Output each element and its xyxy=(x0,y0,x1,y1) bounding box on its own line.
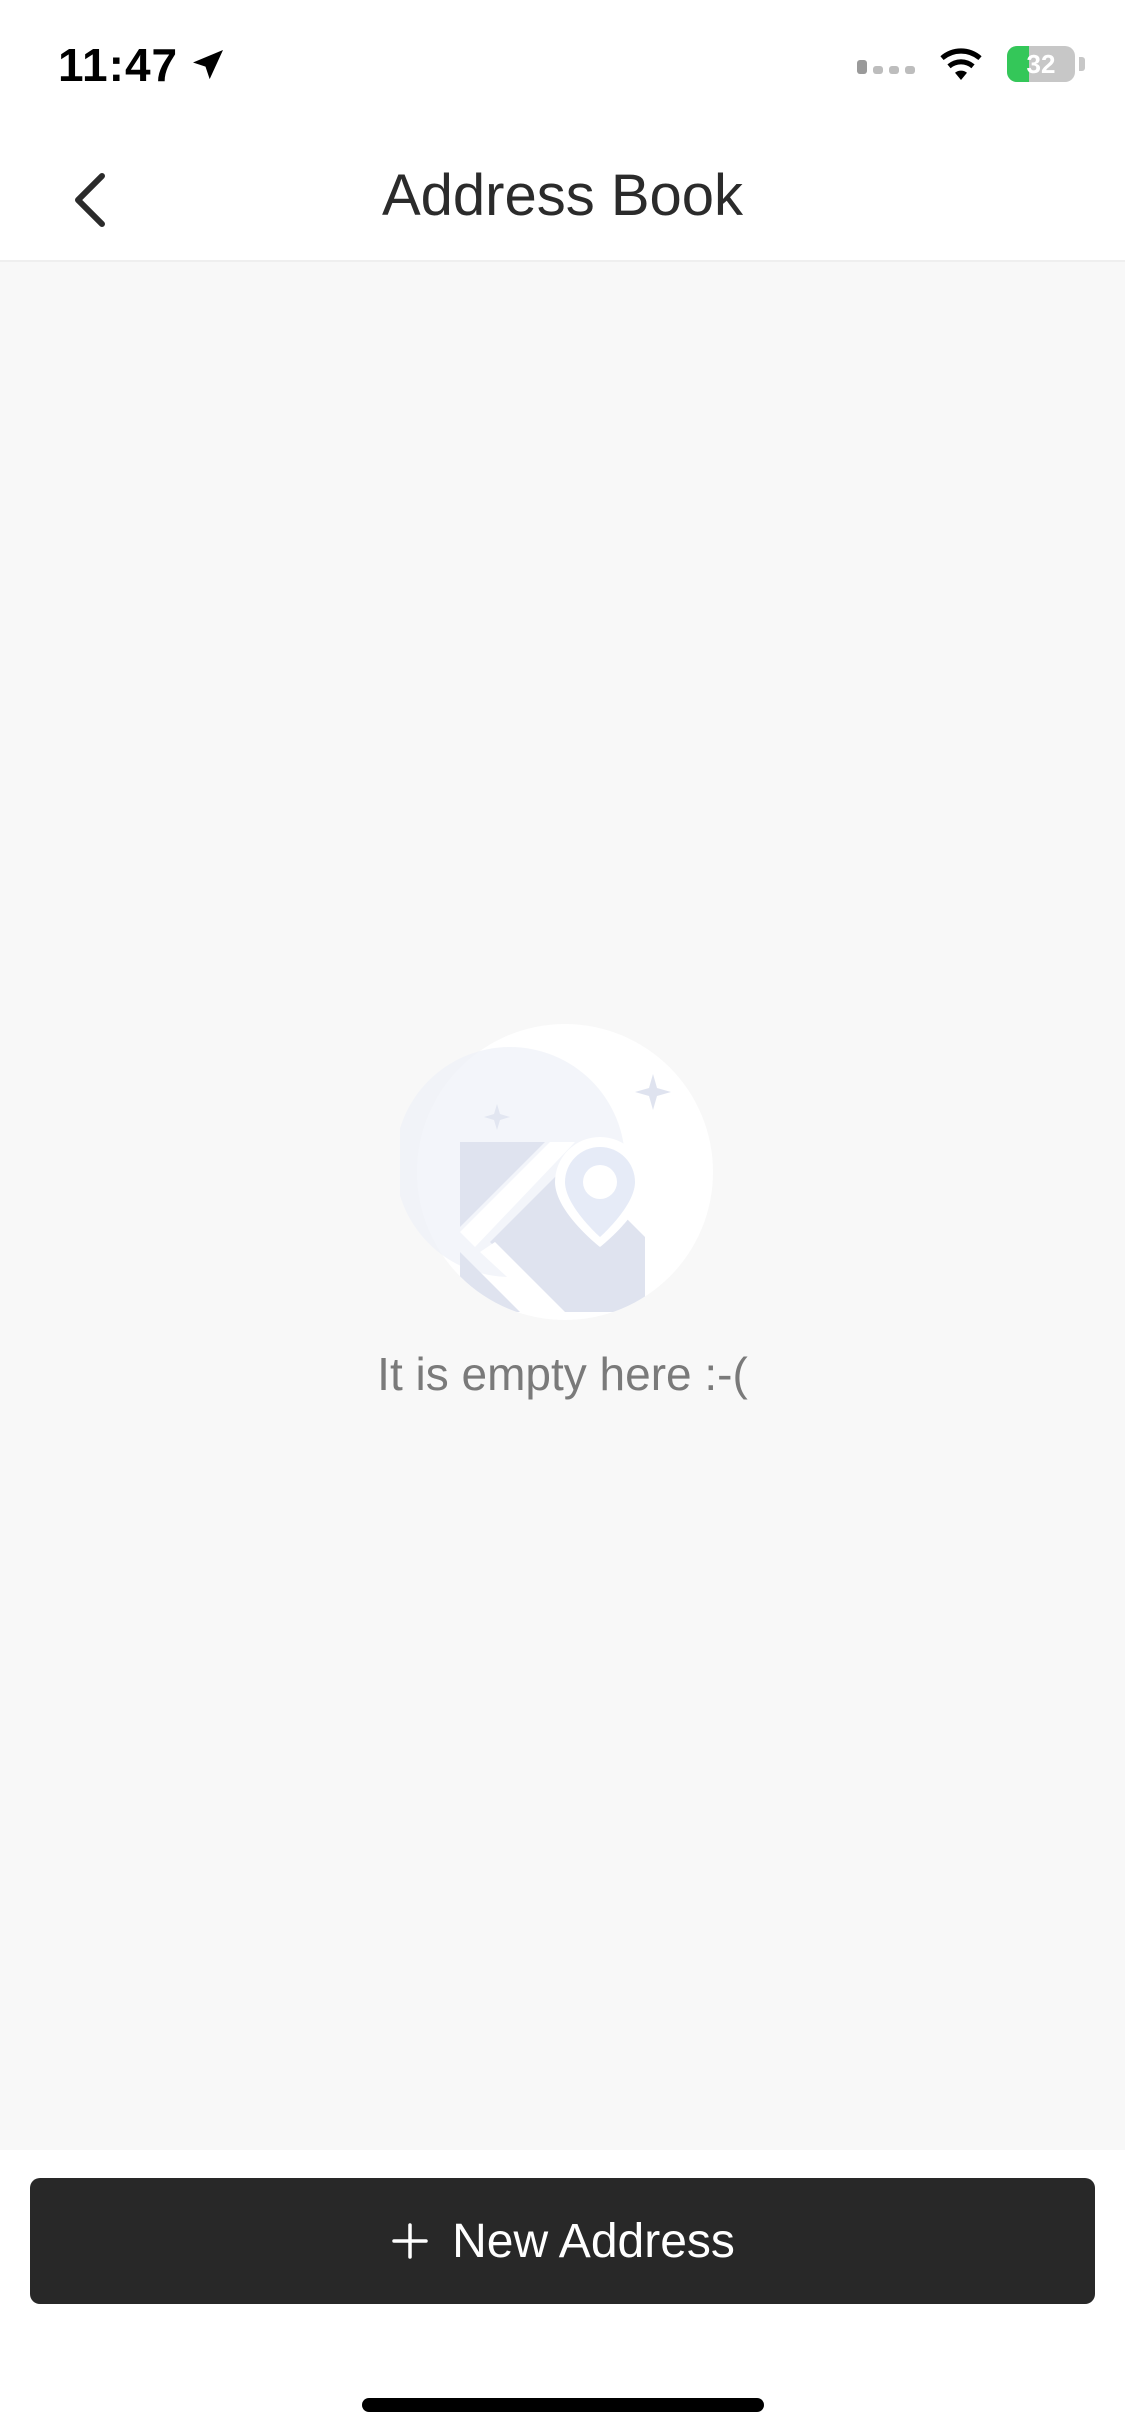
status-time: 11:47 xyxy=(58,39,179,91)
status-indicators: 32 xyxy=(857,46,1085,82)
empty-state-message: It is empty here :-( xyxy=(377,1348,748,1400)
plus-icon xyxy=(390,2221,430,2261)
status-bar: 11:47 32 xyxy=(0,0,1125,132)
location-arrow-icon xyxy=(188,45,228,85)
battery-cap xyxy=(1079,57,1085,71)
home-indicator[interactable] xyxy=(362,2398,764,2412)
address-list-area: It is empty here :-( xyxy=(0,262,1125,2150)
cellular-signal-icon xyxy=(857,54,915,74)
map-pin-empty-illustration xyxy=(395,1012,720,1332)
address-book-screen: 11:47 32 Address Book It is empty here:… xyxy=(0,0,1125,2436)
bottom-action-bar: New Address xyxy=(0,2150,1125,2436)
navigation-bar: Address Book xyxy=(0,132,1125,262)
wifi-icon xyxy=(937,46,985,82)
battery-level: 32 xyxy=(1026,48,1056,79)
new-address-button[interactable]: New Address xyxy=(30,2178,1095,2304)
battery-fill xyxy=(1007,46,1029,82)
new-address-label: New Address xyxy=(452,2214,735,2268)
battery-charging-icon: 32 xyxy=(1007,46,1075,82)
page-title: Address Book xyxy=(381,163,744,228)
status-time-group: 11:47 xyxy=(58,38,228,92)
